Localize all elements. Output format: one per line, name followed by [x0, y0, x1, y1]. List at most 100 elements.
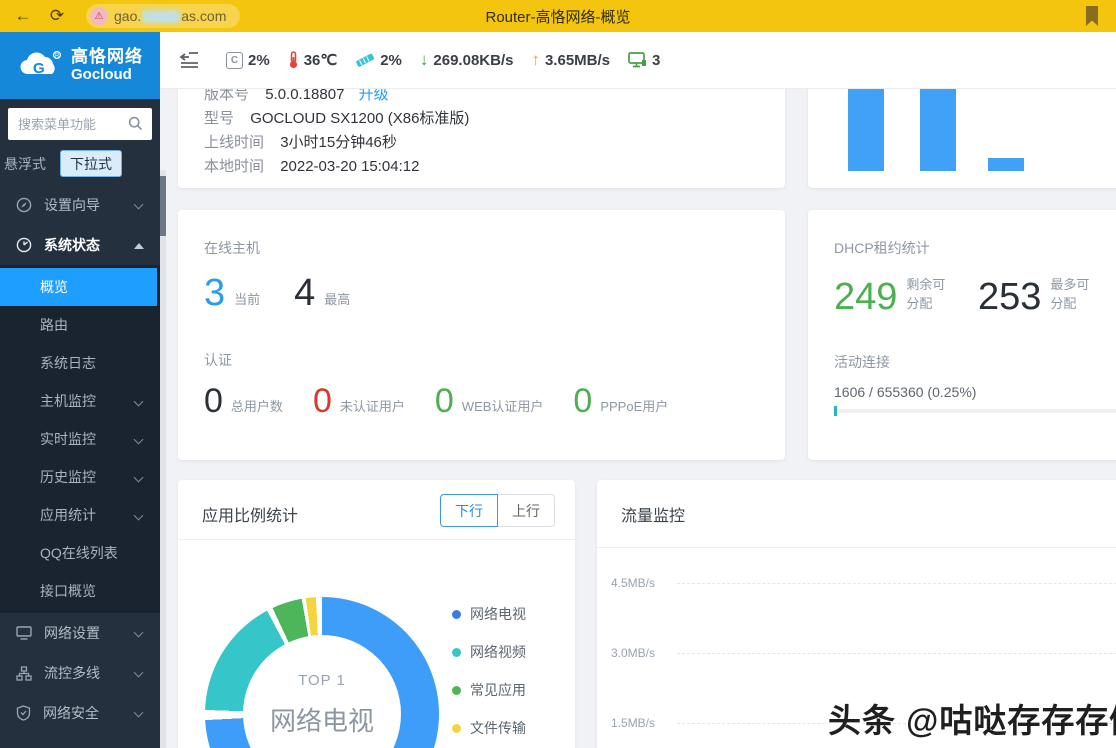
- sidebar-item-interface-overview[interactable]: 接口概览: [0, 572, 160, 610]
- traffic-divider: [597, 547, 1116, 548]
- shield-icon: [16, 705, 31, 721]
- y-tick-4-5: 4.5MB/s: [611, 576, 669, 590]
- uptime-value: 3小时15分钟46秒: [280, 134, 397, 151]
- address-bar[interactable]: ⚠ gao. as.com: [86, 4, 240, 28]
- ram-icon: [355, 53, 375, 67]
- chevron-down-icon: [134, 668, 144, 678]
- legend-label-common: 常见应用: [470, 680, 526, 700]
- cpu-value: 2%: [248, 52, 270, 69]
- download-arrow-icon: ↓: [420, 50, 429, 70]
- y-tick-1-5: 1.5MB/s: [611, 716, 669, 730]
- watermark-text: 头条 @咕哒存存存储: [828, 694, 1116, 742]
- sidebar-item-system-status[interactable]: 系统状态: [0, 225, 160, 265]
- sidebar-item-app-statistics[interactable]: 应用统计: [0, 496, 160, 534]
- download-value: 269.08KB/s: [433, 52, 513, 69]
- monitor-icon: [628, 52, 647, 68]
- model-row: 型号 GOCLOUD SX1200 (X86标准版): [204, 107, 785, 131]
- sidebar-item-network-security[interactable]: 网络安全: [0, 693, 160, 733]
- sidebar-menu: 设置向导 系统状态 概览 路由 系统日志 主机监控: [0, 185, 160, 733]
- url-suffix: as.com: [181, 8, 226, 24]
- tab-floating-style[interactable]: 悬浮式: [0, 150, 56, 177]
- gridline-3-0: [677, 653, 1116, 654]
- legend-label-iptv: 网络电视: [470, 604, 526, 624]
- auth-pppoe-value: 0: [573, 384, 592, 418]
- brand-name-en: Gocloud: [71, 67, 143, 84]
- legend-label-filetransfer: 文件传输: [470, 718, 526, 738]
- model-key: 型号: [204, 110, 234, 127]
- online-hosts-card: 在线主机 3 当前 4 最高 认证 0 总用户数 0 未认证用户 0 WEB认证…: [178, 210, 785, 460]
- grid-row-30: 3.0MB/s: [597, 646, 1116, 660]
- sidebar-item-setup-wizard[interactable]: 设置向导: [0, 185, 160, 225]
- sidebar-item-routing[interactable]: 路由: [0, 306, 160, 344]
- auth-pppoe-label: PPPoE用户: [600, 396, 668, 415]
- sidebar-item-history-monitor[interactable]: 历史监控: [0, 458, 160, 496]
- sidebar-item-label: 网络设置: [44, 623, 100, 643]
- auth-stats: 0 总用户数 0 未认证用户 0 WEB认证用户 0 PPPoE用户: [204, 384, 759, 418]
- gauge-icon: [16, 237, 32, 253]
- direction-toggle-group: 下行 上行: [440, 494, 555, 527]
- sidebar-item-label: 设置向导: [44, 195, 100, 215]
- online-hosts-title: 在线主机: [204, 238, 759, 258]
- sidebar-item-network-settings[interactable]: 网络设置: [0, 613, 160, 653]
- svg-text:R: R: [55, 53, 60, 59]
- sidebar-item-qq-online-list[interactable]: QQ在线列表: [0, 534, 160, 572]
- chevron-down-icon: [134, 473, 144, 483]
- connections-progress-bar: [834, 409, 1116, 413]
- svg-text:G: G: [33, 60, 45, 77]
- sidebar-item-flow-control[interactable]: 流控多线: [0, 653, 160, 693]
- dhcp-stats: 249 剩余可分配 253 最多可分配: [834, 274, 1116, 316]
- monitor-icon: [16, 626, 32, 640]
- sidebar-item-overview[interactable]: 概览: [0, 268, 157, 306]
- auth-unauth-value: 0: [313, 384, 332, 418]
- hosts-max-value: 4: [294, 274, 315, 312]
- refresh-icon[interactable]: ⟳: [40, 6, 74, 26]
- toggle-download-button[interactable]: 下行: [440, 494, 498, 527]
- dhcp-title: DHCP租约统计: [834, 238, 1116, 258]
- auth-total-value: 0: [204, 384, 223, 418]
- bookmark-icon[interactable]: [1082, 5, 1102, 27]
- sidebar-item-system-log[interactable]: 系统日志: [0, 344, 160, 382]
- download-stat: ↓ 269.08KB/s: [420, 50, 514, 70]
- tab-dropdown-style[interactable]: 下拉式: [60, 150, 122, 177]
- app-ratio-donut-chart: TOP 1 网络电视: [205, 597, 439, 748]
- back-icon[interactable]: ←: [6, 6, 40, 26]
- upload-value: 3.65MB/s: [545, 52, 610, 69]
- sidebar-collapse-icon[interactable]: [178, 52, 200, 68]
- brand-name-cn: 高恪网络: [71, 48, 143, 67]
- legend-dot-green: [452, 686, 461, 695]
- dhcp-max-label: 最多可分配: [1050, 274, 1096, 312]
- auth-total-label: 总用户数: [231, 396, 283, 415]
- sidebar-scrollbar-thumb[interactable]: [160, 176, 166, 236]
- search-icon[interactable]: [128, 116, 143, 131]
- legend-item-video: 网络视频: [452, 642, 526, 662]
- model-value: GOCLOUD SX1200 (X86标准版): [250, 110, 469, 127]
- cpu-stat: C 2%: [226, 52, 270, 69]
- thermometer-icon: [288, 51, 299, 69]
- sidebar-item-label: 网络安全: [43, 703, 99, 723]
- cpu-icon: C: [226, 52, 243, 69]
- memory-value: 2%: [380, 52, 402, 69]
- compass-icon: [16, 197, 32, 213]
- localtime-row: 本地时间 2022-03-20 15:04:12: [204, 155, 785, 179]
- sidebar-item-label: 应用统计: [40, 505, 96, 525]
- cloud-logo-icon: G R: [17, 49, 63, 83]
- chevron-down-icon: [134, 435, 144, 445]
- dhcp-remaining-label: 剩余可分配: [906, 274, 952, 312]
- brand-logo[interactable]: G R 高恪网络 Gocloud: [0, 32, 160, 99]
- donut-top-app: 网络电视: [270, 701, 374, 738]
- sidebar-item-label: 历史监控: [40, 467, 96, 487]
- security-warning-icon: ⚠: [90, 7, 108, 25]
- app-header: C 2% 36℃: [160, 32, 1116, 89]
- menu-search: [8, 108, 152, 140]
- dhcp-remaining-value: 249: [834, 278, 897, 316]
- legend-item-filetransfer: 文件传输: [452, 718, 526, 738]
- grid-row-45: 4.5MB/s: [597, 576, 1116, 590]
- sidebar-scrollbar-track[interactable]: [160, 170, 166, 748]
- toggle-upload-button[interactable]: 上行: [497, 494, 555, 527]
- chevron-down-icon: [134, 397, 144, 407]
- sidebar-item-realtime-monitor[interactable]: 实时监控: [0, 420, 160, 458]
- dhcp-card: DHCP租约统计 249 剩余可分配 253 最多可分配 活动连接 1606 /…: [808, 210, 1116, 460]
- network-nodes-icon: [16, 666, 32, 681]
- sidebar-item-host-monitor[interactable]: 主机监控: [0, 382, 160, 420]
- legend-dot-yellow: [452, 724, 461, 733]
